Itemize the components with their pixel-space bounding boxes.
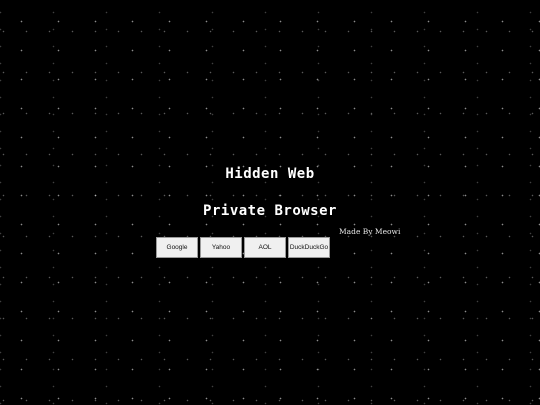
search-engine-buttons: Google Yahoo AOL DuckDuckGo xyxy=(156,237,330,258)
google-button[interactable]: Google xyxy=(156,237,198,258)
yahoo-button[interactable]: Yahoo xyxy=(200,237,242,258)
page-subtitle: Private Browser xyxy=(203,203,337,219)
aol-button[interactable]: AOL xyxy=(244,237,286,258)
page-title: Hidden Web xyxy=(225,166,315,182)
starfield-background: Hidden Web Private Browser Made By Meowi… xyxy=(0,0,540,405)
duckduckgo-button[interactable]: DuckDuckGo xyxy=(288,237,330,258)
author-credit: Made By Meowi xyxy=(339,227,401,236)
